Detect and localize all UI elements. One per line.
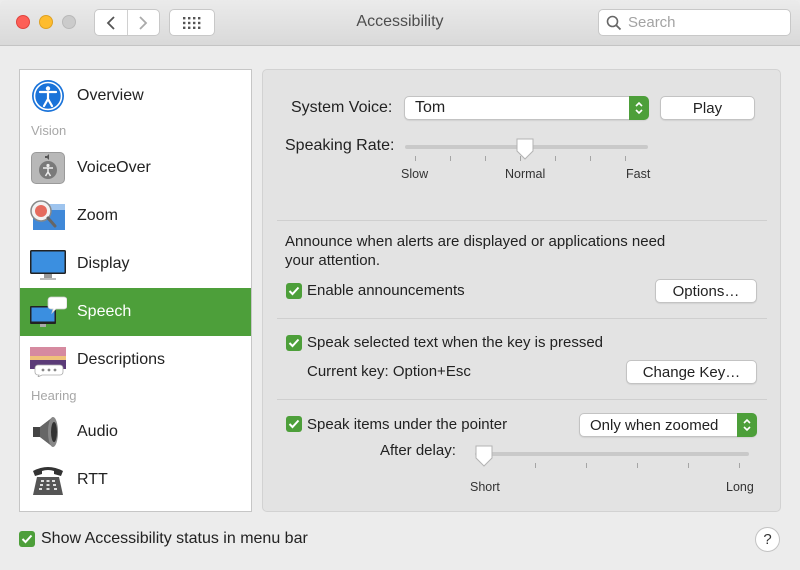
- sidebar-item-label: Audio: [77, 423, 118, 440]
- rate-tick: [450, 156, 451, 161]
- rate-normal-label: Normal: [505, 167, 546, 181]
- sidebar-item-overview[interactable]: Overview: [20, 72, 251, 120]
- announce-description: Announce when alerts are displayed or ap…: [285, 233, 666, 250]
- speech-settings-panel: System Voice: Tom Play Speaking Rate: Sl…: [262, 69, 781, 512]
- delay-tick: [586, 463, 587, 468]
- menu-bar-status-label[interactable]: Show Accessibility status in menu bar: [41, 530, 308, 548]
- sidebar-item-voiceover[interactable]: VoiceOver: [20, 144, 251, 192]
- search-field[interactable]: [598, 9, 791, 36]
- sidebar-item-zoom[interactable]: Zoom: [20, 192, 251, 240]
- title-bar: Accessibility: [0, 0, 800, 46]
- play-button[interactable]: Play: [660, 96, 755, 120]
- delay-slider[interactable]: [475, 452, 749, 456]
- system-voice-value: Tom: [415, 99, 446, 116]
- speak-pointer-label[interactable]: Speak items under the pointer: [307, 416, 507, 433]
- delay-tick: [637, 463, 638, 468]
- system-voice-popup[interactable]: Tom: [404, 96, 649, 120]
- rate-slider-knob[interactable]: [515, 138, 535, 160]
- speak-selected-label[interactable]: Speak selected text when the key is pres…: [307, 334, 603, 351]
- rate-tick: [485, 156, 486, 161]
- telephone-icon: [33, 467, 63, 495]
- sidebar-item-label: VoiceOver: [77, 159, 151, 176]
- back-button[interactable]: [95, 10, 127, 35]
- category-sidebar: Overview Vision VoiceOver Zoom Display S…: [19, 69, 252, 512]
- options-button[interactable]: Options…: [655, 279, 757, 303]
- zoom-window-button[interactable]: [62, 15, 76, 29]
- delay-short-label: Short: [470, 480, 500, 494]
- system-voice-label: System Voice:: [291, 99, 393, 116]
- speak-selected-checkbox[interactable]: [286, 335, 302, 351]
- zoom-icon: [30, 200, 65, 230]
- delay-slider-knob[interactable]: [474, 445, 494, 467]
- speak-pointer-checkbox[interactable]: [286, 416, 302, 432]
- voiceover-icon: [31, 152, 65, 184]
- speaking-rate-label: Speaking Rate:: [285, 137, 395, 154]
- search-icon: [606, 15, 622, 30]
- minimize-window-button[interactable]: [39, 15, 53, 29]
- chevron-left-icon: [106, 15, 115, 30]
- checkmark-icon: [288, 419, 300, 429]
- descriptions-icon: [30, 347, 66, 377]
- grid-icon: [183, 16, 201, 29]
- sidebar-item-label: Speech: [77, 303, 132, 320]
- delay-long-label: Long: [726, 480, 754, 494]
- close-window-button[interactable]: [16, 15, 30, 29]
- sidebar-item-label: RTT: [77, 471, 108, 488]
- sidebar-item-label: Zoom: [77, 207, 118, 224]
- window-title: Accessibility: [356, 13, 444, 30]
- delay-tick: [739, 463, 740, 468]
- forward-button[interactable]: [126, 10, 159, 35]
- sidebar-header-hearing: Hearing: [31, 388, 77, 403]
- checkmark-icon: [288, 286, 300, 296]
- checkmark-icon: [288, 338, 300, 348]
- preferences-window: Accessibility Overview Vision: [0, 0, 800, 570]
- menu-bar-status-checkbox[interactable]: [19, 531, 35, 547]
- sidebar-item-speech[interactable]: Speech: [20, 288, 251, 336]
- help-button[interactable]: ?: [755, 527, 780, 552]
- sidebar-item-display[interactable]: Display: [20, 240, 251, 288]
- back-forward-group: [94, 9, 160, 36]
- sidebar-item-descriptions[interactable]: Descriptions: [20, 336, 251, 384]
- sidebar-header-vision: Vision: [31, 123, 67, 138]
- sidebar-item-rtt[interactable]: RTT: [20, 456, 251, 504]
- search-input[interactable]: [628, 14, 778, 31]
- sidebar-item-label: Overview: [77, 87, 144, 104]
- display-icon: [30, 250, 66, 280]
- popup-arrows-icon: [737, 413, 757, 437]
- accessibility-overview-icon: [32, 80, 64, 112]
- delay-tick: [688, 463, 689, 468]
- change-key-button[interactable]: Change Key…: [626, 360, 757, 384]
- rate-tick: [555, 156, 556, 161]
- announce-description-cont: your attention.: [285, 252, 381, 269]
- rate-slow-label: Slow: [401, 167, 429, 181]
- sidebar-item-audio[interactable]: Audio: [20, 408, 251, 456]
- rate-tick: [590, 156, 591, 161]
- pointer-mode-popup[interactable]: Only when zoomed: [579, 413, 757, 437]
- checkmark-icon: [21, 534, 33, 544]
- speech-icon: [30, 296, 67, 327]
- enable-announcements-label[interactable]: Enable announcements: [307, 282, 465, 299]
- rate-tick: [625, 156, 626, 161]
- sidebar-item-label: Display: [77, 255, 130, 272]
- section-divider: [277, 318, 767, 319]
- show-all-button[interactable]: [169, 9, 215, 36]
- after-delay-label: After delay:: [380, 442, 456, 459]
- chevron-right-icon: [139, 15, 148, 30]
- enable-announcements-checkbox[interactable]: [286, 283, 302, 299]
- pointer-mode-value: Only when zoomed: [590, 416, 719, 434]
- current-key-text: Current key: Option+Esc: [307, 363, 471, 380]
- section-divider: [277, 399, 767, 400]
- speaker-icon: [33, 417, 58, 447]
- section-divider: [277, 220, 767, 221]
- rate-fast-label: Fast: [626, 167, 651, 181]
- sidebar-item-label: Descriptions: [77, 351, 166, 368]
- popup-arrows-icon: [629, 96, 649, 120]
- rate-tick: [415, 156, 416, 161]
- delay-tick: [535, 463, 536, 468]
